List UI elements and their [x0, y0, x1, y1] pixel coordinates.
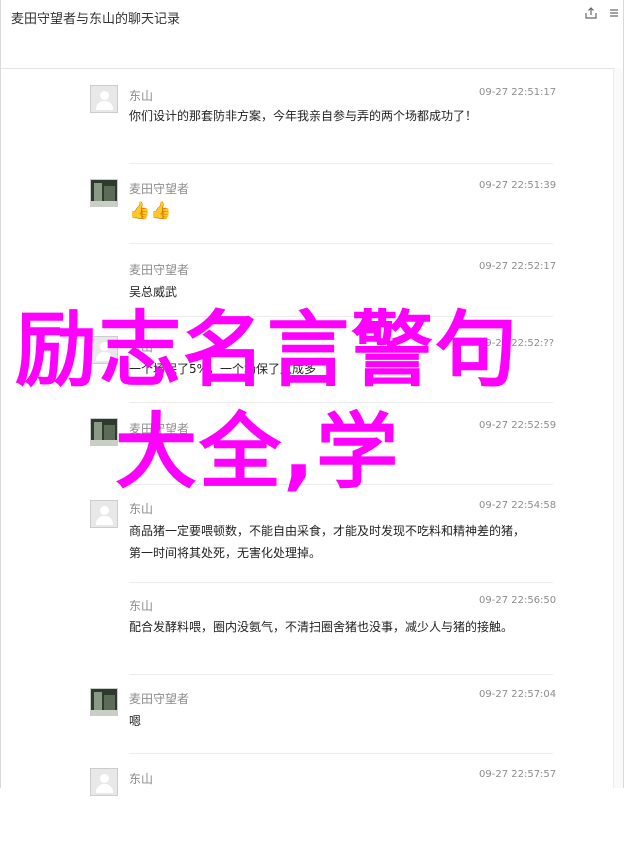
sender-name: 东山 [129, 340, 154, 354]
chat-history-window: 麦田守望者与东山的聊天记录 东山 09-27 22:51:17 你们设计的那套防… [0, 0, 624, 796]
share-icon[interactable] [583, 5, 599, 21]
message-text: 配合发酵料喂，圈内没氨气，不清扫圈舍猪也没事，减少人与猪的接触。 [129, 620, 514, 634]
message-time: 09-27 22:54:58 [479, 500, 557, 511]
avatar[interactable] [90, 179, 118, 207]
message-text: 一个场保了5%，一个场保了八成多 [129, 362, 317, 376]
message-item: 麦田守望者 09-27 22:51:39 👍👍 [1, 164, 624, 256]
message-time: 09-27 22:56:50 [479, 595, 557, 606]
message-text: 吴总威武 [129, 285, 178, 299]
message-time: 09-27 22:51:17 [479, 87, 557, 98]
separator [129, 402, 553, 403]
message-item: 东山 09-27 22:56:50 配合发酵料喂，圈内没氨气，不清扫圈舍猪也没事… [1, 583, 624, 675]
avatar[interactable] [90, 768, 118, 796]
message-text: 你们设计的那套防非方案，今年我亲自参与弄的两个场都成功了！ [129, 109, 478, 123]
message-time: 09-27 22:51:39 [479, 180, 557, 191]
sender-name: 麦田守望者 [129, 182, 190, 196]
message-time: 09-27 22:57:57 [479, 769, 557, 780]
message-time: 09-27 22:52:59 [479, 420, 557, 431]
separator [129, 484, 553, 485]
window-title: 麦田守望者与东山的聊天记录 [11, 12, 181, 27]
avatar[interactable] [90, 500, 118, 528]
avatar[interactable] [90, 85, 118, 113]
message-time: 09-27 22:52:?? [479, 338, 555, 349]
sender-name: 麦田守望者 [129, 263, 190, 277]
avatar[interactable] [90, 688, 118, 716]
message-item: 东山 09-27 22:57:57 [1, 756, 624, 848]
message-item: 麦田守望者 09-27 22:57:04 嗯 [1, 675, 624, 767]
message-time: 09-27 22:52:17 [479, 261, 557, 272]
avatar[interactable] [90, 418, 118, 446]
message-item: 东山 09-27 22:51:17 你们设计的那套防非方案，今年我亲自参与弄的两… [1, 68, 624, 164]
sender-name: 麦田守望者 [129, 422, 190, 436]
scrollbar[interactable] [613, 68, 623, 788]
sender-name: 东山 [129, 772, 154, 786]
message-text: 嗯 [129, 714, 142, 728]
sender-name: 东山 [129, 89, 154, 103]
message-text: 商品猪一定要喂顿数，不能自由采食，才能及时发现不吃料和精神差的猪，第一时间将其处… [129, 524, 526, 560]
sender-name: 东山 [129, 502, 154, 516]
separator [129, 316, 553, 317]
message-item: 麦田守望者 09-27 22:52:59 [1, 404, 624, 496]
sender-name: 麦田守望者 [129, 692, 190, 706]
sender-name: 东山 [129, 599, 154, 613]
message-item: 东山 09-27 22:54:58 商品猪一定要喂顿数，不能自由采食，才能及时发… [1, 486, 624, 583]
thumbs-up-icon: 👍👍 [129, 201, 172, 221]
separator [129, 753, 553, 754]
avatar[interactable] [90, 336, 118, 364]
message-time: 09-27 22:57:04 [479, 689, 557, 700]
more-icon[interactable] [605, 5, 621, 21]
title-bar: 麦田守望者与东山的聊天记录 [1, 0, 623, 69]
message-item: 东山 09-27 22:52:?? 一个场保了5%，一个场保了八成多 [1, 318, 624, 410]
